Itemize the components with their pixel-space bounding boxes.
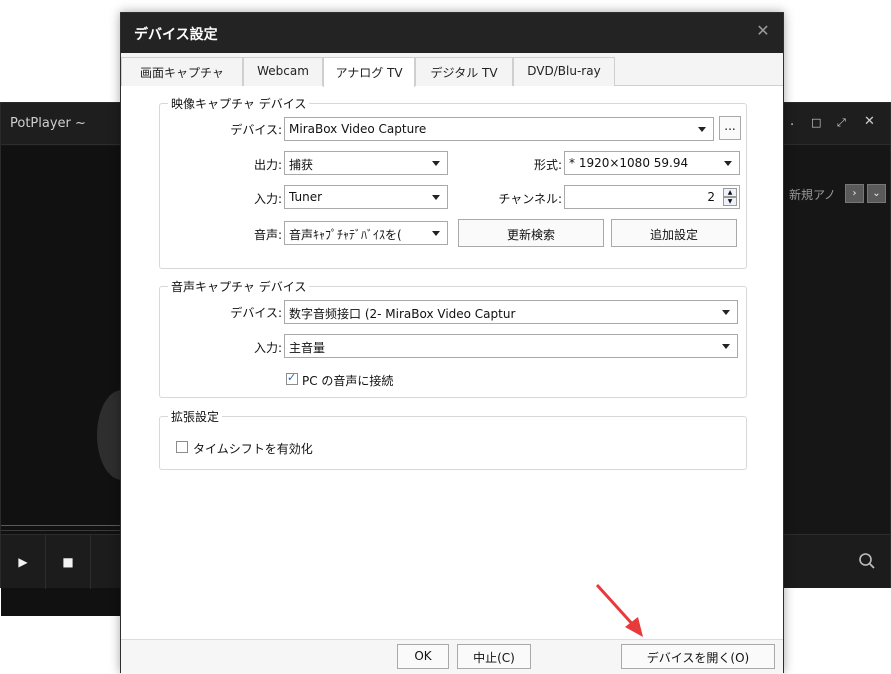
audio-input-label: 入力: [253, 341, 282, 355]
tab-digital-tv[interactable]: デジタル TV [415, 57, 513, 86]
chevron-down-icon [432, 195, 440, 200]
audio-device-select[interactable]: 数字音频接口 (2- MiraBox Video Captur [284, 300, 738, 324]
spin-down-icon[interactable]: ▼ [723, 197, 737, 206]
channel-value: 2 [707, 190, 715, 204]
format-label: 形式: [533, 158, 562, 172]
play-icon[interactable]: ▶ [1, 535, 46, 589]
search-icon[interactable] [858, 552, 876, 570]
potplayer-titlebar: PotPlayer ~ [1, 103, 123, 145]
timeshift-label[interactable]: タイムシフトを有効化 [193, 440, 313, 457]
chevron-down-icon [698, 127, 706, 132]
annotation-arrow [595, 583, 643, 637]
tab-bar: 画面キャプチャ Webcam アナログ TV デジタル TV DVD/Blu-r… [121, 53, 783, 87]
tab-analog-tv[interactable]: アナログ TV [323, 57, 415, 87]
tab-screen-capture[interactable]: 画面キャプチャ [121, 57, 243, 86]
seek-bar[interactable] [1, 525, 123, 531]
fullscreen-icon[interactable]: ⤢ [837, 116, 846, 130]
audio-label: 音声: [253, 228, 282, 242]
chevron-right-icon[interactable]: › [845, 184, 864, 203]
playlist-toolbar: 新規アノ › ⌄ [781, 178, 890, 208]
input-label: 入力: [253, 192, 282, 206]
tab-dvd-bluray[interactable]: DVD/Blu-ray [513, 57, 615, 86]
dialog-footer: OK 中止(C) デバイスを開く(O) [121, 639, 783, 674]
chevron-down-icon [722, 310, 730, 315]
device-settings-dialog: デバイス設定 ✕ 画面キャプチャ Webcam アナログ TV デジタル TV … [120, 12, 784, 674]
pc-audio-label[interactable]: PC の音声に接続 [302, 372, 393, 389]
timeshift-checkbox[interactable] [176, 441, 188, 453]
chevron-down-icon [432, 161, 440, 166]
video-device-value: MiraBox Video Capture [289, 122, 427, 136]
output-select[interactable]: 捕获 [284, 151, 448, 175]
potplayer-titlebar-right: . □ ⤢ ✕ [781, 103, 890, 145]
audio-device-value: 数字音频接口 (2- MiraBox Video Captur [289, 307, 516, 321]
spin-up-icon[interactable]: ▲ [723, 188, 737, 197]
pc-audio-checkbox[interactable] [286, 371, 298, 385]
chevron-down-icon[interactable]: ⌄ [867, 184, 886, 203]
video-device-select[interactable]: MiraBox Video Capture [284, 117, 714, 141]
more-button[interactable]: ... [719, 116, 741, 140]
channel-spinner[interactable]: 2 ▲ ▼ [564, 185, 740, 209]
maximize-icon[interactable]: □ [811, 116, 821, 129]
extended-settings-group-title: 拡張設定 [168, 408, 223, 425]
input-value: Tuner [289, 190, 323, 204]
tab-webcam[interactable]: Webcam [243, 57, 323, 86]
output-value: 捕获 [289, 158, 314, 172]
video-device-label: デバイス: [230, 123, 282, 137]
stop-icon[interactable]: ■ [46, 535, 91, 589]
playlist-bottombar [781, 534, 890, 588]
video-capture-group-title: 映像キャプチャ デバイス [168, 95, 310, 112]
output-label: 出力: [253, 158, 282, 172]
additional-settings-button[interactable]: 追加設定 [611, 219, 737, 247]
input-select[interactable]: Tuner [284, 185, 448, 209]
chevron-down-icon [722, 344, 730, 349]
playlist-new-label[interactable]: 新規アノ [789, 186, 836, 203]
extended-settings-group: 拡張設定 タイムシフトを有効化 [159, 408, 747, 470]
format-select[interactable]: * 1920×1080 59.94 [564, 151, 740, 175]
rescan-button[interactable]: 更新検索 [458, 219, 604, 247]
audio-select[interactable]: 音声ｷｬﾌﾟﾁｬﾃﾞﾊﾞｲｽを( [284, 221, 448, 245]
close-icon[interactable]: ✕ [864, 114, 875, 129]
video-capture-group: 映像キャプチャ デバイス デバイス: MiraBox Video Capture… [159, 95, 747, 269]
potplayer-window-right: . □ ⤢ ✕ 新規アノ › ⌄ [780, 102, 891, 588]
audio-capture-group-title: 音声キャプチャ デバイス [168, 278, 310, 295]
minimize-icon[interactable]: . [790, 114, 794, 129]
chevron-down-icon [724, 161, 732, 166]
cancel-button[interactable]: 中止(C) [457, 644, 531, 669]
audio-input-value: 主音量 [289, 341, 326, 355]
audio-value: 音声ｷｬﾌﾟﾁｬﾃﾞﾊﾞｲｽを( [289, 228, 402, 242]
potplayer-brand-menu[interactable]: PotPlayer ~ [10, 116, 86, 131]
chevron-down-icon [432, 231, 440, 236]
dialog-titlebar[interactable]: デバイス設定 ✕ [121, 13, 783, 53]
close-icon[interactable]: ✕ [753, 21, 773, 41]
ok-button[interactable]: OK [397, 644, 449, 669]
control-bar: ▶ ■ [1, 534, 123, 589]
format-value: * 1920×1080 59.94 [569, 156, 689, 170]
channel-label: チャンネル: [498, 192, 562, 206]
potplayer-window-left: PotPlayer ~ ▶ ■ [0, 102, 147, 616]
audio-device-label: デバイス: [230, 306, 282, 320]
dialog-title: デバイス設定 [134, 27, 218, 43]
audio-capture-group: 音声キャプチャ デバイス デバイス: 数字音频接口 (2- MiraBox Vi… [159, 278, 747, 398]
open-device-button[interactable]: デバイスを開く(O) [621, 644, 775, 669]
audio-input-select[interactable]: 主音量 [284, 334, 738, 358]
